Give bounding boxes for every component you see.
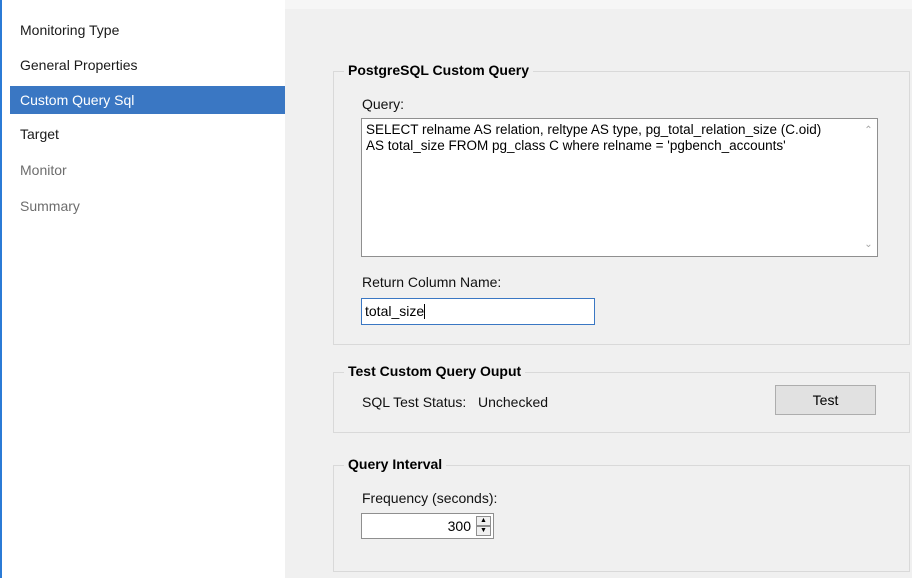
wizard-sidebar: Monitoring Type General Properties Custo… <box>0 0 285 578</box>
query-textarea[interactable]: SELECT relname AS relation, reltype AS t… <box>361 118 878 257</box>
query-text[interactable]: SELECT relname AS relation, reltype AS t… <box>366 122 826 154</box>
query-scrollbar[interactable]: ⌃ ⌄ <box>860 119 877 256</box>
query-interval-group-title: Query Interval <box>344 456 447 472</box>
custom-query-group-title: PostgreSQL Custom Query <box>344 62 534 78</box>
stepper-buttons[interactable]: ▲ ▼ <box>476 516 491 536</box>
top-strip <box>285 0 912 9</box>
sidebar-accent-edge <box>0 0 2 578</box>
sql-test-status-label: SQL Test Status: <box>362 394 467 410</box>
query-label: Query: <box>362 96 405 112</box>
sidebar-item-monitoring-type[interactable]: Monitoring Type <box>10 16 285 44</box>
test-output-group-title: Test Custom Query Ouput <box>344 363 526 379</box>
sidebar-item-summary: Summary <box>20 198 80 214</box>
return-column-value: total_size <box>365 303 425 319</box>
scroll-down-icon[interactable]: ⌄ <box>860 236 877 253</box>
scroll-up-icon[interactable]: ⌃ <box>860 122 877 139</box>
frequency-value[interactable]: 300 <box>448 514 471 538</box>
sql-test-status-value: Unchecked <box>478 394 549 410</box>
sidebar-item-custom-query-sql[interactable]: Custom Query Sql <box>10 86 285 114</box>
return-column-label: Return Column Name: <box>362 274 502 290</box>
frequency-label: Frequency (seconds): <box>362 490 498 506</box>
sidebar-item-target[interactable]: Target <box>10 120 285 148</box>
test-button[interactable]: Test <box>775 385 876 415</box>
sidebar-item-general-properties[interactable]: General Properties <box>10 51 285 79</box>
frequency-stepper[interactable]: 300 ▲ ▼ <box>361 513 494 539</box>
stepper-down-icon[interactable]: ▼ <box>476 526 491 536</box>
sidebar-item-monitor: Monitor <box>20 162 67 178</box>
return-column-input[interactable]: total_size <box>361 298 595 325</box>
text-caret <box>424 304 426 319</box>
stepper-up-icon[interactable]: ▲ <box>476 516 491 526</box>
